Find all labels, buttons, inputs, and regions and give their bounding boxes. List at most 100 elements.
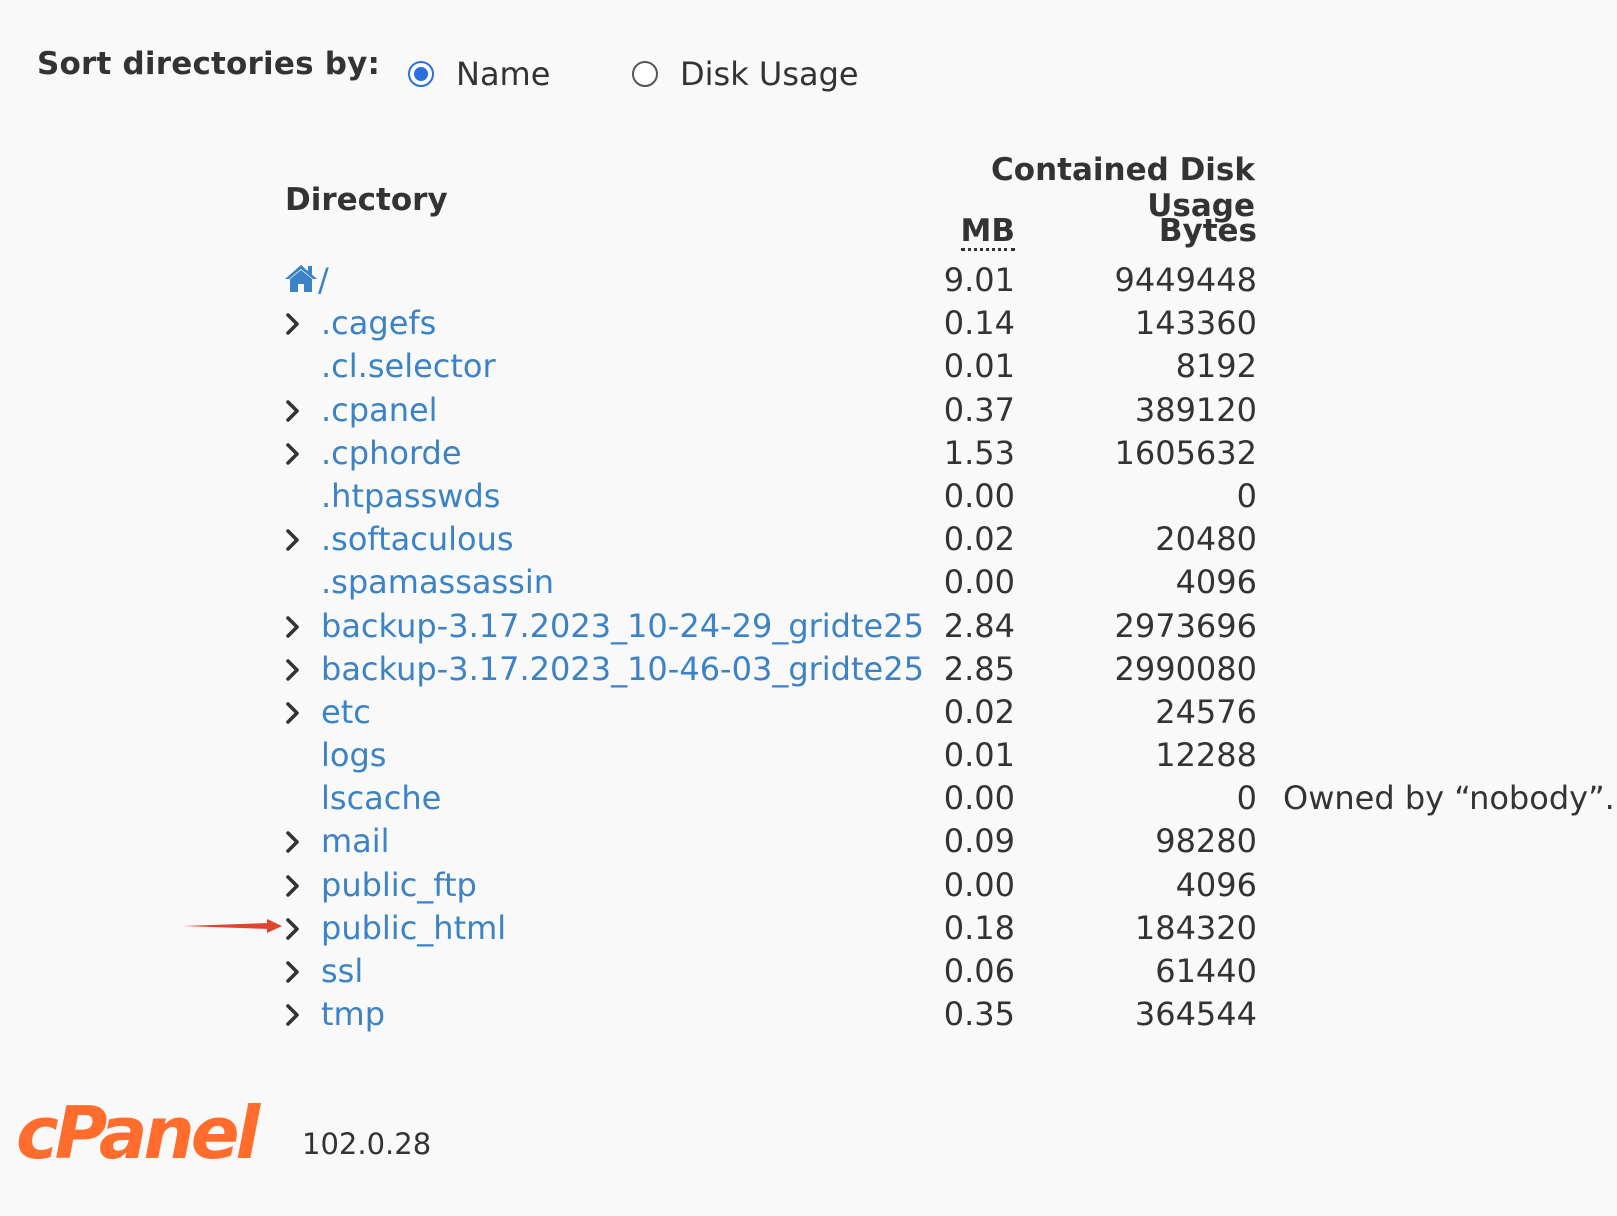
bytes-value: 12288 [1155, 736, 1257, 775]
bytes-value: 364544 [1134, 995, 1257, 1034]
expand-chevron-icon[interactable] [282, 657, 304, 683]
mb-value: 0.00 [943, 476, 1015, 515]
directory-link[interactable]: .cphorde [321, 432, 462, 475]
bytes-value: 8192 [1175, 347, 1257, 386]
mb-value: 9.01 [943, 261, 1015, 299]
bytes-value: 2990080 [1114, 649, 1257, 688]
directory-link[interactable]: ssl [321, 950, 363, 993]
expand-chevron-icon[interactable] [282, 959, 304, 985]
bytes-value: 61440 [1155, 952, 1257, 990]
directory-link[interactable]: .htpasswds [321, 475, 500, 518]
mb-value: 0.01 [943, 736, 1015, 775]
expand-chevron-icon[interactable] [282, 311, 304, 337]
table-row: etc 0.02 24576 [0, 691, 1617, 734]
bytes-header: Bytes [1158, 213, 1257, 249]
mb-value: 0.00 [943, 779, 1015, 818]
expand-chevron-icon[interactable] [282, 1002, 304, 1028]
sort-label: Sort directories by: [37, 46, 381, 82]
bytes-value: 184320 [1134, 908, 1257, 947]
mb-value: 1.53 [943, 433, 1015, 472]
cpanel-logo: cPanel [16, 1100, 266, 1170]
directory-link[interactable]: .cl.selector [321, 345, 496, 388]
radio-button-checked[interactable] [408, 61, 434, 87]
table-row: lscache 0.00 0 Owned by “nobody”. [0, 777, 1617, 820]
bytes-value: 4096 [1175, 865, 1257, 904]
mb-abbr: MB [960, 213, 1015, 251]
table-row: backup-3.17.2023_10-24-29_gridte25 2.84 29… [0, 605, 1617, 648]
table-row: .htpasswds 0.00 0 [0, 475, 1617, 518]
radio-button-unchecked[interactable] [632, 61, 658, 87]
expand-chevron-icon[interactable] [282, 916, 304, 942]
expand-chevron-icon[interactable] [282, 829, 304, 855]
bytes-value: 0 [1236, 476, 1257, 515]
table-row: ssl 0.06 61440 [0, 950, 1617, 993]
bytes-value: 389120 [1134, 390, 1257, 429]
table-row: logs 0.01 12288 [0, 734, 1617, 777]
table-row: public_ftp 0.00 4096 [0, 864, 1617, 907]
ownership-note: Owned by “nobody”. [1283, 779, 1615, 818]
table-row: mail 0.09 98280 [0, 820, 1617, 863]
directory-header: Directory [285, 182, 448, 218]
mb-value: 0.00 [943, 865, 1015, 904]
directory-link[interactable]: backup-3.17.2023_10-46-03_gridte25 [321, 648, 924, 691]
cpanel-logo-text: cPanel [16, 1100, 262, 1170]
mb-value: 0.02 [943, 520, 1015, 559]
mb-value: 0.00 [943, 563, 1015, 602]
expand-chevron-icon[interactable] [282, 527, 304, 553]
table-row: .spamassassin 0.00 4096 [0, 561, 1617, 604]
directory-link[interactable]: .cagefs [321, 302, 436, 345]
directory-link[interactable]: .cpanel [321, 389, 438, 432]
table-row: .cpanel 0.37 389120 [0, 389, 1617, 432]
table-row: / 9.01 9449448 [0, 259, 1617, 302]
expand-chevron-icon[interactable] [282, 614, 304, 640]
bytes-value: 143360 [1134, 304, 1257, 343]
directory-link[interactable]: tmp [321, 993, 385, 1036]
sort-by-name-radio[interactable]: Name [408, 52, 550, 96]
table-row: backup-3.17.2023_10-46-03_gridte25 2.85 29… [0, 648, 1617, 691]
mb-value: 0.18 [943, 908, 1015, 947]
directory-link[interactable]: / [318, 259, 329, 302]
sort-option-disk-usage-label: Disk Usage [680, 55, 859, 93]
expand-chevron-icon[interactable] [282, 441, 304, 467]
mb-value: 0.06 [943, 952, 1015, 990]
bytes-value: 0 [1236, 779, 1257, 818]
table-row: .cagefs 0.14 143360 [0, 302, 1617, 345]
mb-value: 2.85 [943, 649, 1015, 688]
mb-value: 0.01 [943, 347, 1015, 386]
mb-header: MB [880, 213, 1015, 251]
mb-value: 0.35 [943, 995, 1015, 1034]
sort-option-name-label: Name [456, 55, 551, 93]
directory-link[interactable]: logs [321, 734, 386, 777]
mb-value: 0.37 [943, 390, 1015, 429]
table-row: .softaculous 0.02 20480 [0, 518, 1617, 561]
home-icon[interactable] [283, 263, 319, 293]
directory-link[interactable]: etc [321, 691, 371, 734]
expand-chevron-icon[interactable] [282, 700, 304, 726]
table-row: .cl.selector 0.01 8192 [0, 345, 1617, 388]
sort-by-disk-usage-radio[interactable]: Disk Usage [632, 52, 859, 96]
expand-chevron-icon[interactable] [282, 873, 304, 899]
bytes-value: 20480 [1155, 520, 1257, 559]
bytes-value: 2973696 [1114, 606, 1257, 645]
directory-link[interactable]: public_html [321, 907, 506, 950]
expand-chevron-icon[interactable] [282, 398, 304, 424]
directory-link[interactable]: .spamassassin [321, 561, 554, 604]
mb-value: 0.09 [943, 822, 1015, 861]
bytes-value: 24576 [1155, 692, 1257, 731]
table-row: tmp 0.35 364544 [0, 993, 1617, 1036]
table-row: .cphorde 1.53 1605632 [0, 432, 1617, 475]
mb-value: 0.02 [943, 692, 1015, 731]
bytes-value: 98280 [1155, 822, 1257, 861]
mb-value: 0.14 [943, 304, 1015, 343]
directory-link[interactable]: .softaculous [321, 518, 514, 561]
directory-link[interactable]: lscache [321, 777, 441, 820]
mb-value: 2.84 [943, 606, 1015, 645]
cpanel-version: 102.0.28 [302, 1127, 432, 1161]
directory-link[interactable]: public_ftp [321, 864, 477, 907]
directory-link[interactable]: mail [321, 820, 390, 863]
directory-link[interactable]: backup-3.17.2023_10-24-29_gridte25 [321, 605, 924, 648]
bytes-value: 1605632 [1114, 433, 1257, 472]
disk-usage-page: Sort directories by: Name Disk Usage Con… [0, 0, 1617, 1216]
bytes-value: 4096 [1175, 563, 1257, 602]
bytes-value: 9449448 [1114, 261, 1257, 299]
